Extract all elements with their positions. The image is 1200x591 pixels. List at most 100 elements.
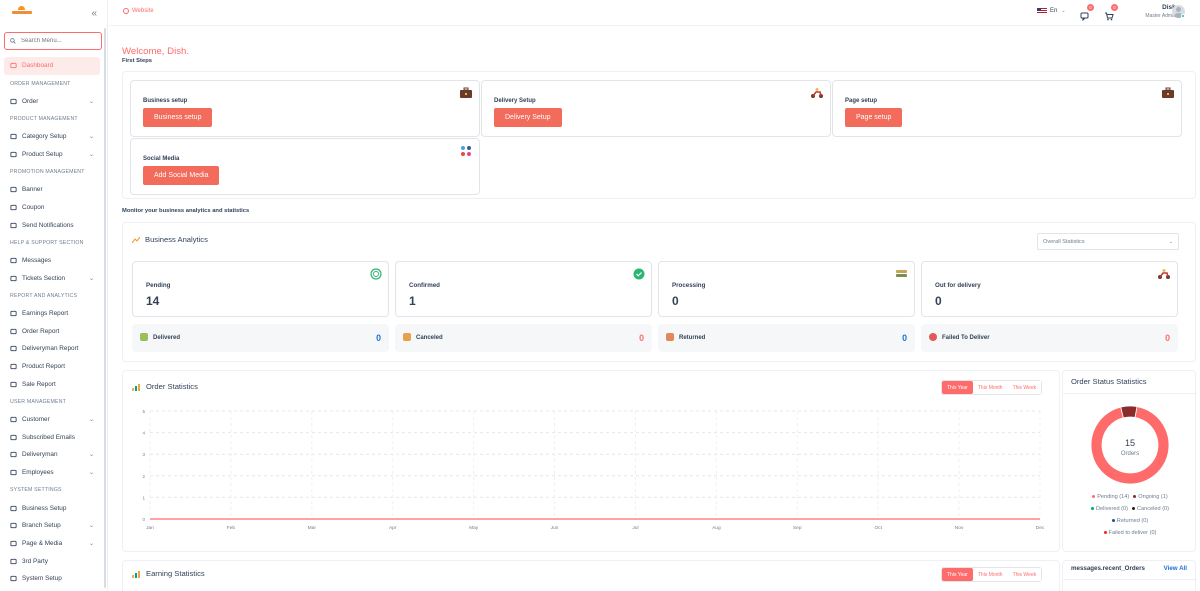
sidebar-item-page-media[interactable]: Page & Media ⌄	[0, 535, 104, 553]
sidebar-item-system-setup[interactable]: System Setup	[0, 570, 104, 588]
chevron-down-icon: ⌄	[88, 151, 94, 158]
sidebar-item-coupon[interactable]: Coupon	[0, 199, 104, 217]
sidebar-item-deliveryman[interactable]: Deliveryman ⌄	[0, 446, 104, 464]
add-social-media-button[interactable]: Add Social Media	[143, 166, 220, 185]
branch-icon	[10, 522, 17, 529]
sidebar-item-dashboard[interactable]: Dashboard	[4, 57, 100, 75]
nav-section-label: REPORT AND ANALYTICS	[10, 292, 78, 299]
sidebar-item-label: 3rd Party	[22, 557, 48, 565]
social-icon	[461, 146, 471, 156]
sidebar-item-category-setup[interactable]: Category Setup ⌄	[0, 128, 104, 146]
x-tick-label: Jan	[146, 525, 154, 531]
sidebar-item-sale-report[interactable]: Sale Report	[0, 375, 104, 393]
sidebar-scrollbar[interactable]	[104, 28, 106, 588]
sidebar-item-label: Subscribed Emails	[22, 433, 75, 441]
order-status-title: Order Status Statistics	[1071, 377, 1147, 386]
sidebar-item-earnings-report[interactable]: Earnings Report	[0, 305, 104, 323]
sidebar-item-product-report[interactable]: Product Report	[0, 358, 104, 376]
sidebar-item-subscribed-emails[interactable]: Subscribed Emails	[0, 428, 104, 446]
cart-button[interactable]: 0	[1104, 4, 1118, 21]
status-card-confirmed[interactable]: Confirmed 1	[395, 261, 652, 317]
mini-stat-returned[interactable]: Returned 0	[658, 324, 915, 352]
card-value: 0	[672, 294, 679, 308]
collapse-sidebar-icon[interactable]: «	[91, 8, 97, 19]
chart-icon	[132, 571, 140, 578]
sidebar-item-label: Send Notifications	[22, 221, 74, 229]
tab-this-month[interactable]: This Month	[972, 381, 1008, 394]
pie-icon	[10, 310, 17, 317]
legend-row: Returned (0)	[1063, 518, 1197, 524]
product-icon	[10, 151, 17, 158]
sidebar-item-label: Product Setup	[22, 150, 63, 158]
nav-section-label: PRODUCT MANAGEMENT	[10, 115, 78, 122]
sidebar-item-3rd-party[interactable]: 3rd Party	[0, 552, 104, 570]
product-report-icon	[10, 363, 17, 370]
sidebar-item-order-report[interactable]: Order Report	[0, 322, 104, 340]
welcome-title: Welcome, Dish.	[122, 46, 189, 57]
user-menu[interactable]: Dish Master Admin	[1134, 4, 1176, 19]
step-delivery-setup: Delivery Setup Delivery Setup	[481, 80, 831, 137]
website-link[interactable]: Website	[123, 8, 154, 14]
logo[interactable]	[12, 6, 32, 16]
sidebar-item-business-setup[interactable]: Business Setup	[0, 499, 104, 517]
sidebar-item-label: Product Report	[22, 363, 65, 371]
mini-stat-failed-to-deliver[interactable]: Failed To Deliver 0	[921, 324, 1178, 352]
sidebar-item-messages[interactable]: Messages	[0, 252, 104, 270]
analytics-title: Business Analytics	[145, 235, 208, 244]
nav-section-label: ORDER MANAGEMENT	[10, 80, 71, 87]
sidebar-item-label: Earnings Report	[22, 309, 69, 317]
tab-this-week[interactable]: This Week	[1007, 568, 1042, 581]
sidebar-item-label: Messages	[22, 256, 52, 264]
earning-statistics-title: Earning Statistics	[146, 569, 205, 578]
sidebar-item-label: Customer	[22, 416, 50, 424]
status-card-processing[interactable]: Processing 0	[658, 261, 915, 317]
mini-stat-delivered[interactable]: Delivered 0	[132, 324, 389, 352]
sidebar-item-product-setup[interactable]: Product Setup ⌄	[0, 145, 104, 163]
cart-badge: 0	[1111, 4, 1118, 11]
divider	[1063, 579, 1197, 580]
mini-stat-canceled[interactable]: Canceled 0	[395, 324, 652, 352]
sidebar-item-customer[interactable]: Customer ⌄	[0, 411, 104, 429]
status-card-pending[interactable]: Pending 14	[132, 261, 389, 317]
tab-this-year[interactable]: This Year	[942, 568, 973, 581]
business-setup-button[interactable]: Business setup	[143, 108, 213, 127]
order-status-donut-chart: 15 Orders	[1090, 405, 1170, 485]
sidebar-item-send-notifications[interactable]: Send Notifications	[0, 216, 104, 234]
status-card-out-for-delivery[interactable]: Out for delivery 0	[921, 261, 1178, 317]
tab-this-week[interactable]: This Week	[1007, 381, 1042, 394]
language-selector[interactable]: En ⌄	[1037, 8, 1066, 14]
page-setup-button[interactable]: Page setup	[845, 108, 903, 127]
tab-this-year[interactable]: This Year	[942, 381, 973, 394]
message-icon	[10, 257, 17, 264]
statistics-select[interactable]: Overall Statistics ⌄	[1037, 233, 1179, 250]
sidebar-item-branch-setup[interactable]: Branch Setup ⌄	[0, 517, 104, 535]
search-input[interactable]	[21, 38, 101, 44]
customer-icon	[10, 416, 17, 423]
website-label: Website	[132, 8, 154, 14]
sidebar-item-order[interactable]: Order ⌄	[0, 92, 104, 110]
step-social-media: Social Media Add Social Media	[130, 138, 480, 195]
sidebar-item-employees[interactable]: Employees ⌄	[0, 464, 104, 482]
sidebar-item-deliveryman-report[interactable]: Deliveryman Report	[0, 340, 104, 358]
monitor-text: Monitor your business analytics and stat…	[122, 208, 250, 214]
chevron-down-icon: ⌄	[88, 523, 94, 530]
sidebar-item-banner[interactable]: Banner	[0, 181, 104, 199]
home-icon	[10, 62, 17, 69]
delivery-setup-button[interactable]: Delivery Setup	[494, 108, 562, 127]
mini-stat-value: 0	[1165, 333, 1170, 343]
circle-icon	[10, 345, 17, 352]
messages-button[interactable]: 0	[1080, 4, 1094, 22]
sidebar-item-tickets-section[interactable]: Tickets Section ⌄	[0, 269, 104, 287]
view-all-link[interactable]: View All	[1164, 565, 1187, 572]
legend-item: Ongoing (1)	[1133, 494, 1168, 500]
scooter-icon	[1158, 269, 1170, 279]
donut-slice-ongoing[interactable]	[1120, 405, 1138, 419]
cart-icon	[10, 98, 17, 105]
card-label: Out for delivery	[935, 282, 981, 289]
tab-this-month[interactable]: This Month	[972, 568, 1008, 581]
sidebar-item-label: Page & Media	[22, 539, 63, 547]
language-label: En	[1050, 8, 1058, 14]
chart-icon	[132, 384, 140, 391]
menu-search[interactable]	[4, 32, 102, 50]
legend-item: Returned (0)	[1111, 518, 1148, 524]
